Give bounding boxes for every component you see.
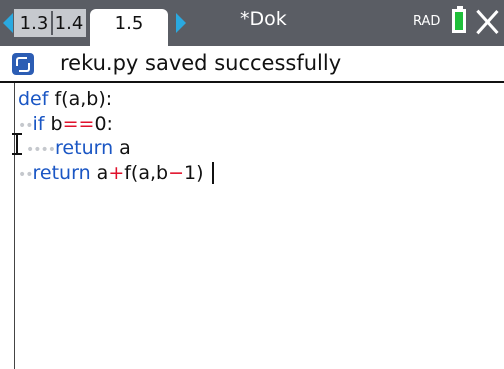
battery-nub — [457, 6, 463, 9]
code-line-4-end: 1) — [184, 162, 204, 184]
tab-1-5[interactable]: 1.5 — [90, 9, 168, 46]
code-line-2-value: 0: — [94, 113, 113, 135]
previous-page-arrow-icon[interactable] — [3, 13, 13, 33]
code-line-3-keyword: return — [55, 137, 114, 159]
code-line-2-keyword: if — [32, 113, 45, 135]
tab-1-4[interactable]: 1.4 — [52, 13, 86, 34]
tab-1-3[interactable]: 1.3 — [17, 13, 51, 34]
code-line-4-a: a — [90, 162, 109, 184]
mouse-ibeam-icon — [12, 133, 22, 155]
tab-1-5-label: 1.5 — [114, 13, 144, 34]
angle-mode-indicator: RAD — [413, 14, 441, 29]
code-line-1-keyword: def — [18, 88, 49, 110]
python-icon — [12, 53, 34, 75]
status-message: reku.py saved successfully — [60, 51, 342, 75]
code-line-1-rest: f(a,b): — [48, 88, 113, 110]
code-line-4-call: f(a,b — [124, 162, 169, 184]
code-line-4-minus: − — [168, 162, 185, 184]
code-line-1[interactable]: def f(a,b): — [18, 86, 112, 112]
indent-dots: •• — [18, 167, 33, 183]
code-line-4-plus: + — [108, 162, 125, 184]
close-icon[interactable] — [474, 7, 500, 37]
code-line-2-operator: == — [62, 113, 95, 135]
code-editor[interactable]: def f(a,b): ••if b==0: ••••return a ••re… — [0, 85, 504, 369]
battery-level — [455, 12, 463, 30]
indent-dots: •••• — [26, 142, 56, 158]
text-cursor — [212, 162, 214, 184]
top-bar: 1.3 1.4 1.5 *Dok RAD — [0, 0, 504, 46]
battery-icon — [452, 6, 466, 33]
indent-dots: •• — [18, 118, 33, 134]
document-title: *Dok — [240, 8, 287, 30]
tab-group-1-3-1-4: 1.3 1.4 — [14, 9, 86, 37]
next-page-arrow-icon[interactable] — [176, 13, 186, 33]
code-line-4-keyword: return — [32, 162, 91, 184]
code-line-2-var: b — [44, 113, 63, 135]
code-line-4[interactable]: ••return a+f(a,b−1) — [0, 160, 204, 186]
code-line-3-rest: a — [113, 137, 131, 159]
status-bar: reku.py saved successfully — [0, 46, 504, 83]
